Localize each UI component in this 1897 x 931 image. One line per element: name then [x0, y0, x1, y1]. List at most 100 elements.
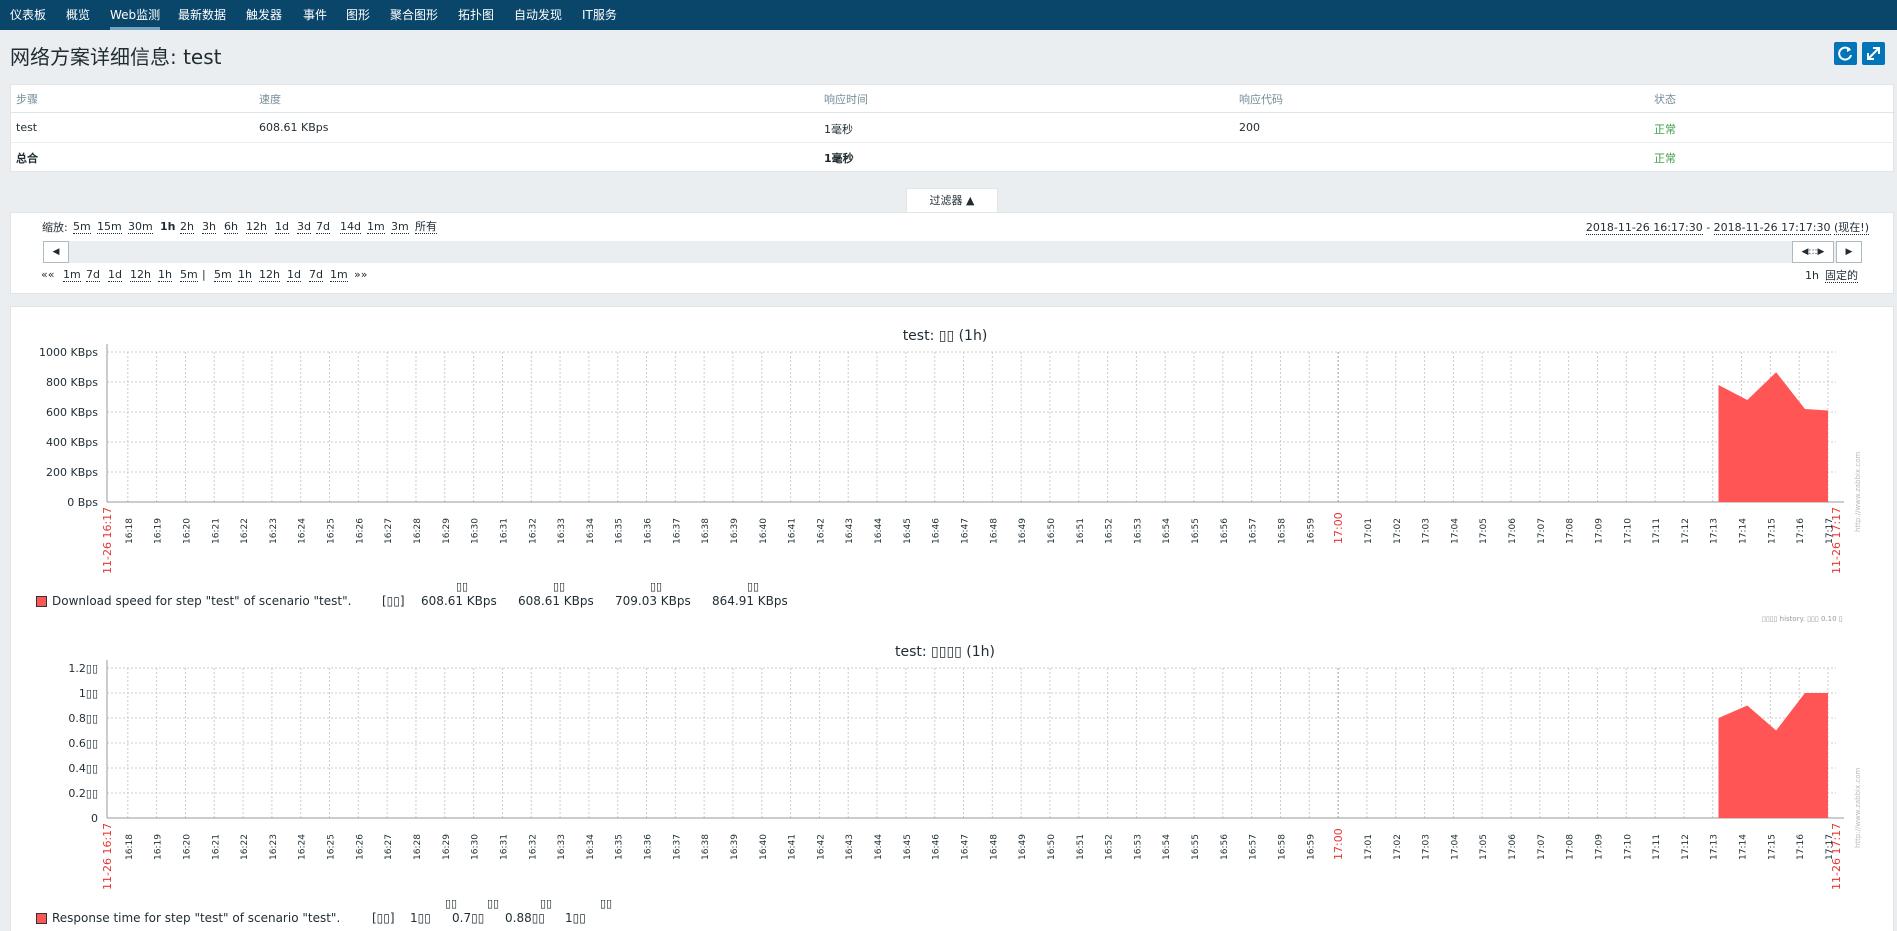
slider-handle[interactable]: ◀:::▶ — [1792, 241, 1834, 263]
timeline-slider[interactable]: ◀:::▶ — [43, 241, 1862, 263]
range-start[interactable]: 2018-11-26 16:17:30 — [1585, 221, 1703, 235]
top-navigation: 仪表板 概览 Web监测 最新数据 触发器 事件 图形 聚合图形 拓扑图 自动发现 IT服务 — [0, 0, 1897, 30]
y-tick-label: 400 KBps — [46, 436, 98, 449]
zoom-option-13[interactable]: 3m — [391, 220, 409, 234]
forward-option-1[interactable]: 1h — [238, 268, 252, 282]
legend-stat-value: 1▯▯ — [565, 911, 586, 925]
x-tick-label: 17:04 — [1450, 834, 1460, 860]
total-response-time: 1毫秒 — [824, 152, 854, 165]
zoom-option-1[interactable]: 15m — [97, 220, 122, 234]
x-tick-label: 16:50 — [1047, 518, 1057, 544]
x-tick-label: 16:33 — [557, 834, 567, 860]
x-tick-label: 16:25 — [327, 834, 337, 860]
x-tick-label: 16:27 — [384, 834, 394, 860]
x-tick-label: 16:49 — [1018, 518, 1028, 544]
fixed-toggle[interactable]: 固定的 — [1825, 269, 1858, 283]
nav-item-10[interactable]: IT服务 — [582, 0, 617, 30]
refresh-icon — [1838, 46, 1852, 61]
x-tick-label: 16:39 — [730, 518, 740, 544]
x-tick-label: 16:56 — [1220, 518, 1230, 544]
x-tick-label: 16:45 — [903, 834, 913, 860]
zoom-option-4[interactable]: 2h — [180, 220, 194, 234]
back-option-0[interactable]: 1m — [63, 268, 81, 282]
series-area — [1718, 693, 1828, 818]
x-tick-label: 16:24 — [298, 518, 308, 544]
page-title: 网络方案详细信息: test — [10, 45, 222, 69]
zoom-option-3: 1h — [160, 220, 176, 233]
x-tick-label: 16:40 — [759, 518, 769, 544]
back-option-2[interactable]: 1d — [108, 268, 122, 282]
zoom-option-0[interactable]: 5m — [73, 220, 91, 234]
zoom-option-12[interactable]: 1m — [367, 220, 385, 234]
filter-toggle[interactable]: 过滤器 ▲ — [906, 188, 998, 213]
x-tick-label: 16:23 — [269, 518, 279, 544]
x-tick-label: 16:28 — [413, 834, 423, 860]
y-tick-label: 1000 KBps — [39, 346, 98, 359]
time-range-display: 2018-11-26 16:17:30 - 2018-11-26 17:17:3… — [1585, 221, 1869, 235]
nav-item-0[interactable]: 仪表板 — [10, 0, 46, 30]
legend-stat-value: 0.7▯▯ — [452, 911, 485, 925]
x-tick-label: 17:05 — [1479, 518, 1489, 544]
x-tick-label: 16:36 — [644, 834, 654, 860]
x-tick-label: 16:54 — [1162, 518, 1172, 544]
back-prefix: «« — [41, 268, 55, 281]
fullscreen-icon — [1867, 47, 1880, 60]
x-tick-label: 16:55 — [1191, 518, 1201, 544]
y-tick-label: 0.6▯▯ — [68, 737, 98, 750]
nav-item-7[interactable]: 聚合图形 — [390, 0, 438, 30]
fullscreen-button[interactable] — [1862, 42, 1885, 65]
x-tick-label: 17:15 — [1767, 518, 1777, 544]
forward-option-5[interactable]: 1m — [330, 268, 348, 282]
legend-stat-header: ▯▯ — [650, 580, 663, 593]
x-tick-label: 16:32 — [528, 834, 538, 860]
chart-response-time: test: ▯▯▯▯ (1h) 1.2▯▯ 1▯▯ 0.8▯▯ 0.6▯▯ 0.4▯▯ 0.… — [68, 644, 1862, 890]
zoom-option-6[interactable]: 6h — [224, 220, 238, 234]
chart-title: test: ▯▯ (1h) — [903, 328, 988, 344]
nav-item-4[interactable]: 触发器 — [246, 0, 282, 30]
zoom-option-8[interactable]: 1d — [275, 220, 289, 234]
x-tick-label: 16:55 — [1191, 834, 1201, 860]
x-tick-label: 17:03 — [1422, 834, 1432, 860]
nav-item-5[interactable]: 事件 — [303, 0, 327, 30]
forward-option-3[interactable]: 1d — [287, 268, 301, 282]
back-option-1[interactable]: 7d — [86, 268, 100, 282]
nav-item-6[interactable]: 图形 — [346, 0, 370, 30]
forward-option-0[interactable]: 5m — [214, 268, 232, 282]
range-now[interactable]: (现在!) — [1834, 221, 1869, 235]
forward-option-2[interactable]: 12h — [259, 268, 280, 282]
x-tick-label: 17:14 — [1739, 518, 1749, 544]
zoom-option-5[interactable]: 3h — [202, 220, 216, 234]
zoom-option-10[interactable]: 7d — [316, 220, 330, 234]
x-tick-label: 16:33 — [557, 518, 567, 544]
forward-option-4[interactable]: 7d — [309, 268, 323, 282]
x-tick-label: 16:21 — [211, 834, 221, 860]
nav-item-8[interactable]: 拓扑图 — [458, 0, 494, 30]
nav-item-9[interactable]: 自动发现 — [514, 0, 562, 30]
refresh-button[interactable] — [1834, 42, 1857, 65]
zoom-option-7[interactable]: 12h — [246, 220, 267, 234]
nav-item-3[interactable]: 最新数据 — [178, 0, 226, 30]
x-tick-label: 17:08 — [1566, 518, 1576, 544]
x-tick-label: 16:29 — [442, 834, 452, 860]
back-option-4[interactable]: 1h — [158, 268, 172, 282]
x-tick-label: 16:58 — [1277, 834, 1287, 860]
range-end[interactable]: 2018-11-26 17:17:30 — [1713, 221, 1831, 235]
scroll-left-button[interactable]: ◀ — [43, 241, 69, 263]
x-tick-label: 16:51 — [1076, 518, 1086, 544]
legend-swatch-download — [36, 596, 47, 607]
x-tick-label: 16:52 — [1105, 518, 1115, 544]
back-option-5[interactable]: 5m — [180, 268, 198, 282]
scroll-right-button[interactable]: ▶ — [1836, 241, 1862, 263]
zoom-option-14[interactable]: 所有 — [415, 220, 437, 234]
x-tick-label: 16:42 — [816, 518, 826, 544]
zoom-option-11[interactable]: 14d — [340, 220, 361, 234]
nav-item-1[interactable]: 概览 — [66, 0, 90, 30]
x-start-label: 11-26 16:17 — [101, 507, 114, 574]
x-tick-label: 17:09 — [1594, 834, 1604, 860]
legend-stat-header: ▯▯ — [540, 897, 553, 910]
zoom-option-9[interactable]: 3d — [297, 220, 311, 234]
y-tick-label: 0.8▯▯ — [68, 712, 98, 725]
zoom-option-2[interactable]: 30m — [128, 220, 153, 234]
nav-item-2[interactable]: Web监测 — [110, 0, 161, 30]
back-option-3[interactable]: 12h — [130, 268, 151, 282]
